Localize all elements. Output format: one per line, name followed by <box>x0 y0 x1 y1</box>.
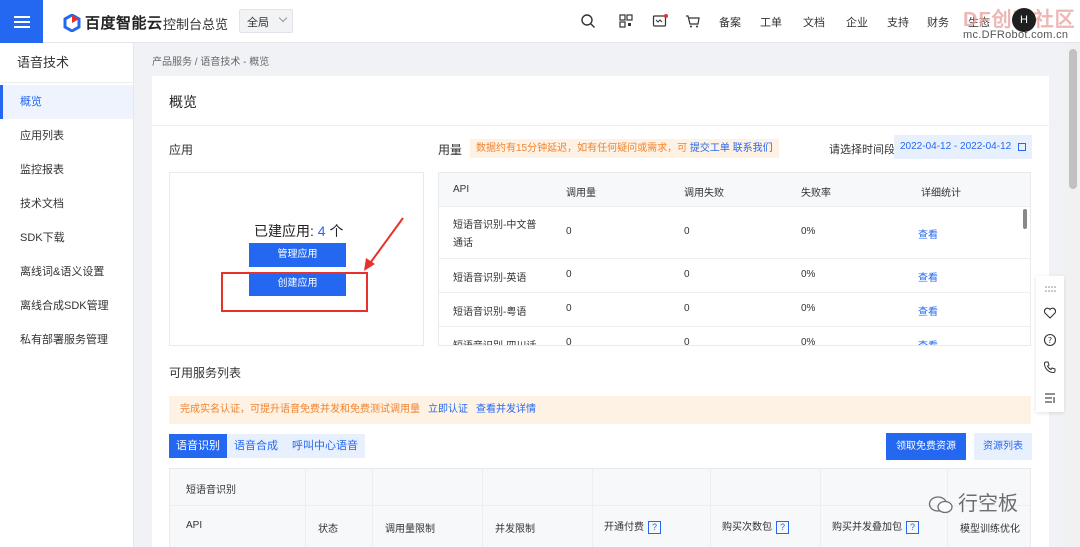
help-circle-icon[interactable]: ? <box>1043 333 1057 347</box>
floating-toolbar: ? <box>1036 276 1064 412</box>
annotation-arrow <box>364 217 404 271</box>
list-icon[interactable] <box>1043 391 1057 405</box>
drag-handle-icon[interactable] <box>1043 282 1057 296</box>
favorite-icon[interactable] <box>1043 306 1057 320</box>
svg-text:?: ? <box>1048 336 1052 345</box>
phone-icon[interactable] <box>1043 360 1057 374</box>
watermark-bottom: 行空板 <box>928 487 1018 516</box>
page-scrollbar[interactable] <box>1066 43 1080 547</box>
wechat-icon <box>928 496 953 513</box>
